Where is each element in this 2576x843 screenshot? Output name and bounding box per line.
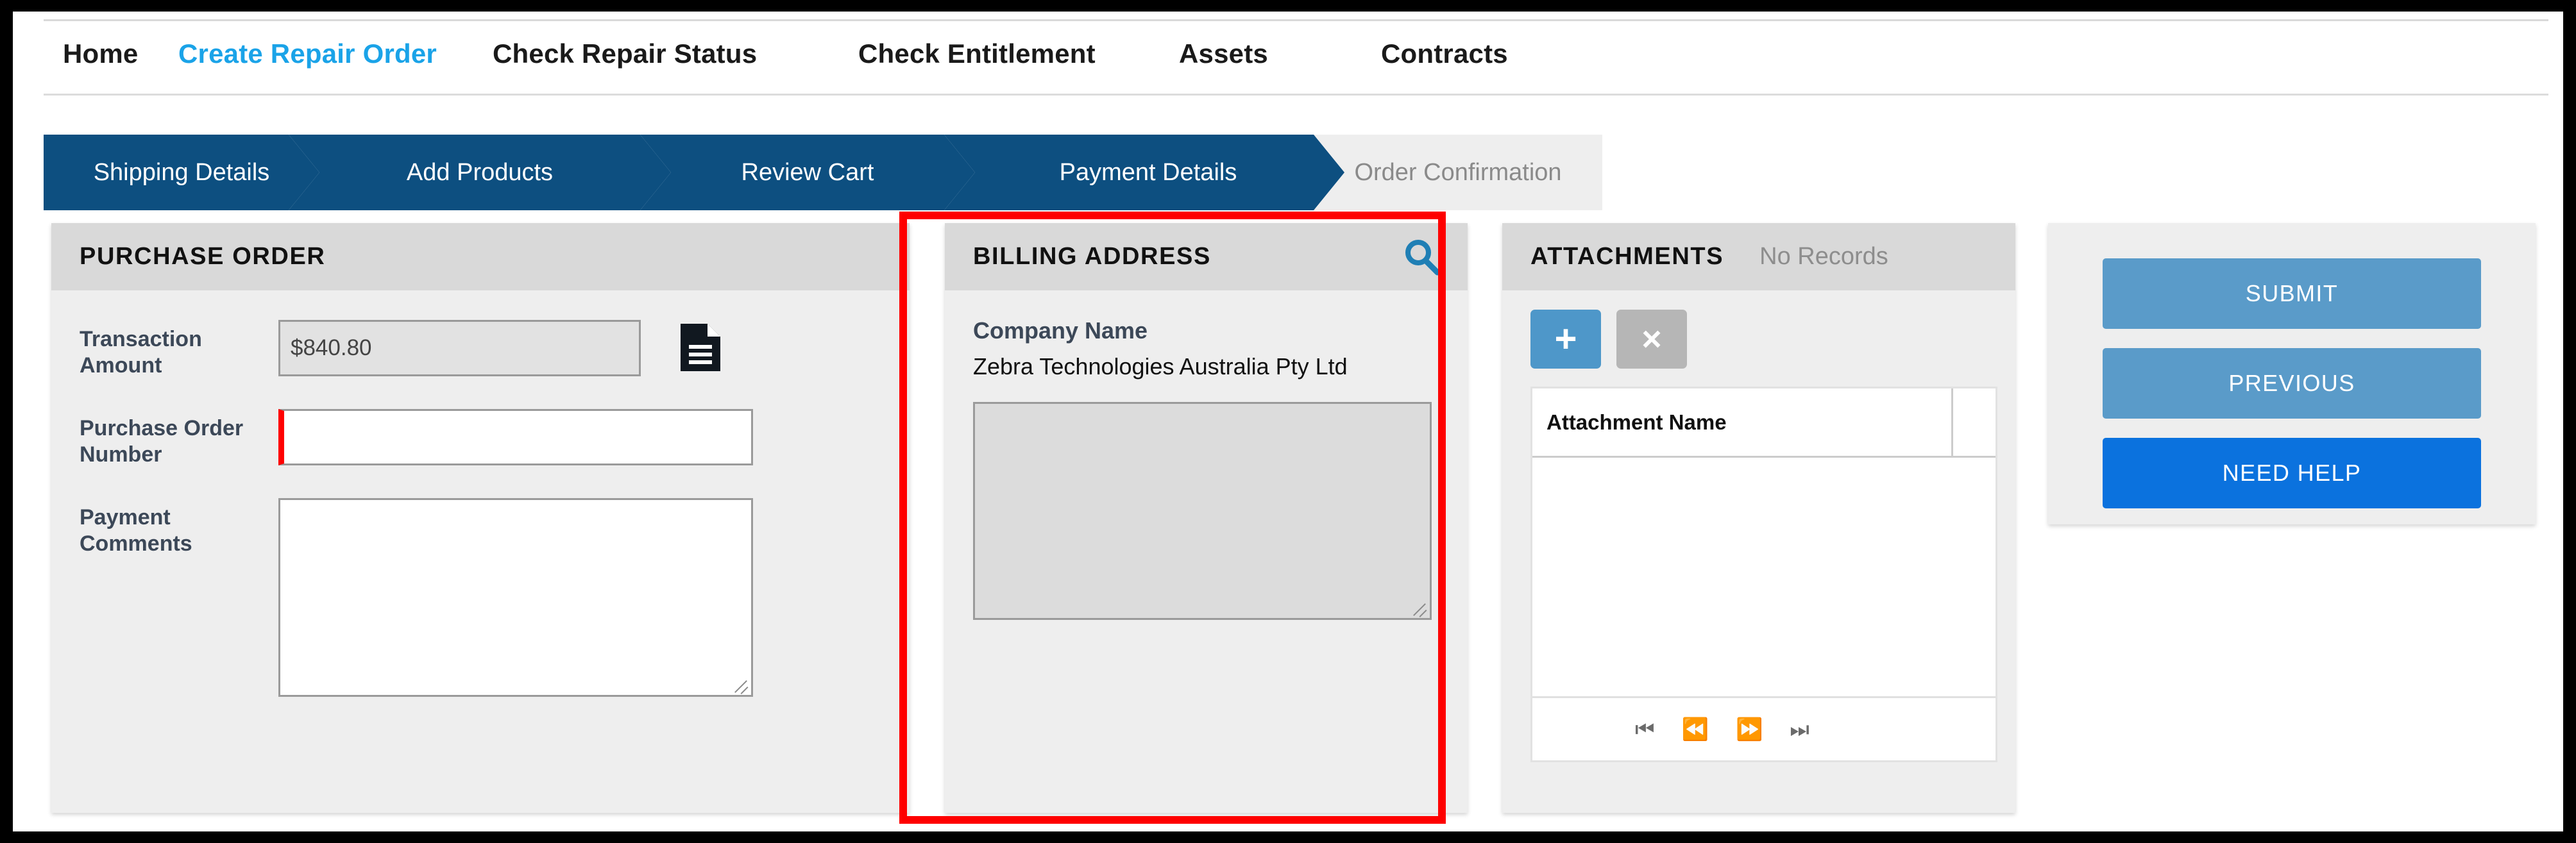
billing-address-body: Company Name Zebra Technologies Australi… bbox=[945, 317, 1468, 620]
company-name-value: Zebra Technologies Australia Pty Ltd bbox=[973, 353, 1348, 380]
attachments-body: + × Attachment Name ⏮ ⏪ ⏩ ⏭ bbox=[1502, 290, 2015, 762]
purchase-order-body: Transaction Amount $840.80 Purchase Orde… bbox=[51, 320, 910, 697]
purchase-order-header: PURCHASE ORDER bbox=[51, 223, 910, 290]
last-page-button[interactable]: ⏭ bbox=[1790, 719, 1809, 740]
step-order-confirmation[interactable]: Order Confirmation bbox=[1314, 135, 1602, 210]
payment-comments-label: Payment Comments bbox=[80, 505, 192, 556]
step-add-products[interactable]: Add Products bbox=[289, 135, 671, 210]
nav-tab-check-repair-status[interactable]: Check Repair Status bbox=[493, 38, 757, 69]
purchase-order-panel: PURCHASE ORDER Transaction Amount $840.8… bbox=[51, 223, 910, 813]
transaction-amount-row: Transaction Amount $840.80 bbox=[80, 320, 881, 380]
transaction-amount-field: $840.80 bbox=[278, 320, 641, 376]
po-number-input[interactable] bbox=[278, 408, 753, 465]
attachments-table: Attachment Name ⏮ ⏪ ⏩ ⏭ bbox=[1530, 387, 1997, 762]
nav-tab-home[interactable]: Home bbox=[63, 38, 139, 69]
next-page-button[interactable]: ⏩ bbox=[1736, 719, 1763, 740]
nav-tab-contracts[interactable]: Contracts bbox=[1381, 38, 1508, 69]
nav-tab-create-repair-order[interactable]: Create Repair Order bbox=[178, 38, 437, 69]
search-icon[interactable] bbox=[1402, 237, 1442, 277]
previous-page-button[interactable]: ⏪ bbox=[1682, 719, 1709, 740]
step-label: Order Confirmation bbox=[1354, 158, 1562, 186]
company-name-label: Company Name bbox=[973, 317, 1148, 344]
purchase-order-title: PURCHASE ORDER bbox=[80, 243, 326, 270]
transaction-amount-label: Transaction Amount bbox=[80, 327, 202, 378]
first-page-button[interactable]: ⏮ bbox=[1635, 719, 1655, 740]
resize-handle-icon[interactable] bbox=[1411, 599, 1427, 615]
header-divider-bottom bbox=[44, 94, 2548, 96]
attachments-pagination: ⏮ ⏪ ⏩ ⏭ bbox=[1532, 696, 1996, 760]
main-navigation: Home Create Repair Order Check Repair Stat… bbox=[44, 31, 2548, 88]
attachments-header: ATTACHMENTS No Records bbox=[1502, 223, 2015, 290]
po-number-row: Purchase Order Number bbox=[80, 408, 881, 469]
add-attachment-button[interactable]: + bbox=[1530, 310, 1601, 369]
close-icon: × bbox=[1641, 320, 1662, 358]
attachments-table-header: Attachment Name bbox=[1532, 388, 1996, 458]
previous-button[interactable]: PREVIOUS bbox=[2103, 348, 2481, 419]
step-payment-details[interactable]: Payment Details bbox=[944, 135, 1352, 210]
step-label: Add Products bbox=[406, 158, 554, 186]
content-panels: PURCHASE ORDER Transaction Amount $840.8… bbox=[51, 223, 2015, 813]
step-label: Payment Details bbox=[1059, 158, 1237, 186]
attachments-table-body bbox=[1532, 458, 1996, 696]
billing-address-panel: BILLING ADDRESS Company Name Zebra Techn… bbox=[945, 223, 1468, 813]
step-shipping-details[interactable]: Shipping Details bbox=[44, 135, 319, 210]
header-divider-top bbox=[44, 19, 2548, 21]
payment-comments-textarea[interactable] bbox=[278, 497, 753, 697]
column-header-attachment-name: Attachment Name bbox=[1532, 388, 1953, 456]
attachments-panel: ATTACHMENTS No Records + × Attachment Na… bbox=[1502, 223, 2015, 813]
nav-tab-check-entitlement[interactable]: Check Entitlement bbox=[858, 38, 1096, 69]
action-button-panel: SUBMIT PREVIOUS NEED HELP bbox=[2048, 223, 2536, 524]
attachments-status: No Records bbox=[1759, 243, 1888, 270]
submit-button[interactable]: SUBMIT bbox=[2103, 258, 2481, 329]
billing-address-title: BILLING ADDRESS bbox=[973, 243, 1211, 270]
app-window: Home Create Repair Order Check Repair Stat… bbox=[13, 12, 2563, 831]
billing-address-header: BILLING ADDRESS bbox=[945, 223, 1468, 290]
checkout-step-bar: Shipping Details Add Products Review Cart P… bbox=[44, 135, 2548, 210]
need-help-button[interactable]: NEED HELP bbox=[2103, 438, 2481, 508]
document-icon[interactable] bbox=[681, 324, 720, 371]
step-label: Review Cart bbox=[741, 158, 874, 186]
step-label: Shipping Details bbox=[93, 158, 270, 186]
delete-attachment-button[interactable]: × bbox=[1616, 310, 1687, 369]
po-number-label: Purchase Order Number bbox=[80, 415, 244, 467]
attachments-toolbar: + × bbox=[1530, 290, 1987, 387]
attachments-title: ATTACHMENTS bbox=[1530, 243, 1724, 270]
nav-tab-assets[interactable]: Assets bbox=[1179, 38, 1268, 69]
resize-handle-icon[interactable] bbox=[732, 676, 749, 692]
plus-icon: + bbox=[1554, 317, 1577, 360]
billing-address-textarea bbox=[973, 402, 1432, 620]
step-review-cart[interactable]: Review Cart bbox=[640, 135, 975, 210]
payment-comments-row: Payment Comments bbox=[80, 497, 881, 697]
